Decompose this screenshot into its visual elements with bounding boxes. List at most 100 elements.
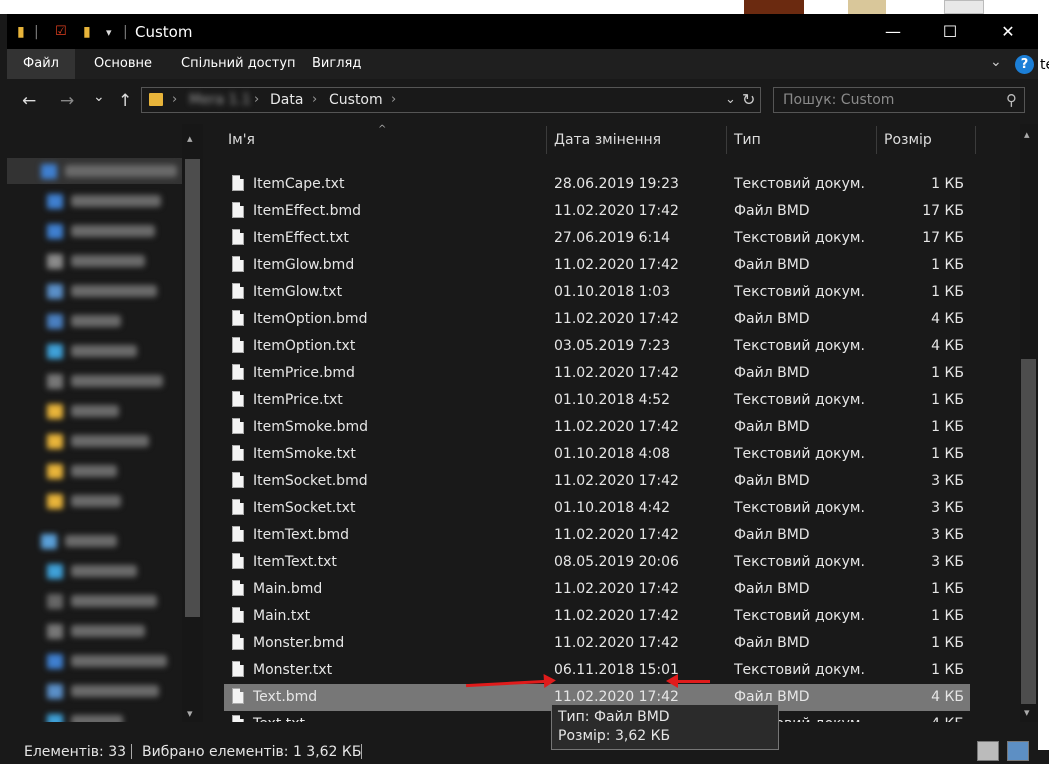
back-arrow-icon[interactable]: ← <box>22 91 36 111</box>
file-icon <box>232 175 244 191</box>
maximize-button[interactable]: ☐ <box>922 14 978 49</box>
nav-item[interactable] <box>43 191 183 213</box>
breadcrumb-data[interactable]: Data <box>270 92 303 108</box>
table-row[interactable]: Monster.bmd 11.02.2020 17:42 Файл BMD 1 КБ <box>224 630 970 657</box>
nav-item[interactable] <box>43 431 183 453</box>
up-arrow-icon[interactable]: ↑ <box>118 91 132 111</box>
nav-item[interactable] <box>43 311 183 333</box>
column-header-name[interactable]: Ім'я <box>228 126 255 154</box>
desktop-icon[interactable] <box>848 0 886 14</box>
table-row[interactable]: ItemGlow.bmd 11.02.2020 17:42 Файл BMD 1 КБ <box>224 252 970 279</box>
search-input[interactable]: Пошук: Custom ⚲ <box>773 87 1025 113</box>
nav-scrollbar-thumb[interactable] <box>185 159 200 617</box>
desktop-icon[interactable] <box>744 0 804 14</box>
minimize-button[interactable]: — <box>865 14 921 49</box>
file-icon <box>232 526 244 542</box>
file-name: Text.bmd <box>253 689 318 705</box>
table-row[interactable]: Main.bmd 11.02.2020 17:42 Файл BMD 1 КБ <box>224 576 970 603</box>
nav-item[interactable] <box>43 591 183 613</box>
file-name: ItemSocket.bmd <box>253 473 368 489</box>
table-row[interactable]: ItemText.txt 08.05.2019 20:06 Текстовий до… <box>224 549 970 576</box>
recent-locations-icon[interactable]: ⌄ <box>93 89 105 105</box>
table-row[interactable]: ItemCape.txt 28.06.2019 19:23 Текстовий до… <box>224 171 970 198</box>
separator: | <box>34 24 39 40</box>
nav-item-music[interactable] <box>43 711 183 722</box>
table-row[interactable]: ItemSmoke.txt 01.10.2018 4:08 Текстовий до… <box>224 441 970 468</box>
nav-item[interactable] <box>43 281 183 303</box>
table-row[interactable]: ItemSmoke.bmd 11.02.2020 17:42 Файл BMD 1 К… <box>224 414 970 441</box>
chevron-right-icon: › <box>254 92 260 107</box>
file-icon <box>232 418 244 434</box>
table-row[interactable]: ItemEffect.txt 27.06.2019 6:14 Текстовий д… <box>224 225 970 252</box>
file-date: 11.02.2020 17:42 <box>554 527 679 543</box>
file-type: Файл BMD <box>734 527 810 543</box>
nav-item[interactable] <box>43 561 183 583</box>
nav-item[interactable] <box>43 681 183 703</box>
large-icons-view-button[interactable] <box>1007 741 1029 761</box>
table-row[interactable]: ItemSocket.bmd 11.02.2020 17:42 Файл BMD 3 … <box>224 468 970 495</box>
address-bar[interactable]: › Mera 1.1 › Data › Custom › ⌄ ↻ <box>141 87 761 113</box>
breadcrumb-custom[interactable]: Custom <box>329 92 383 108</box>
table-row[interactable]: Monster.txt 06.11.2018 15:01 Текстовий док… <box>224 657 970 684</box>
nav-item[interactable] <box>43 221 183 243</box>
tab-file[interactable]: Файл <box>7 49 75 79</box>
file-type: Файл BMD <box>734 581 810 597</box>
details-view-button[interactable] <box>977 741 999 761</box>
close-button[interactable]: ✕ <box>980 14 1036 49</box>
refresh-icon[interactable]: ↻ <box>742 90 755 109</box>
nav-item[interactable] <box>43 461 183 483</box>
table-row[interactable]: ItemGlow.txt 01.10.2018 1:03 Текстовий док… <box>224 279 970 306</box>
file-type: Текстовий докум... <box>734 554 864 570</box>
tab-share[interactable]: Спільний доступ <box>181 49 296 79</box>
chevron-right-icon[interactable]: › <box>391 92 396 107</box>
breadcrumb-hidden[interactable]: Mera 1.1 <box>189 92 251 108</box>
column-divider[interactable] <box>726 126 727 154</box>
nav-item-this-pc[interactable] <box>37 531 177 553</box>
tab-home[interactable]: Основне <box>94 49 152 79</box>
table-row[interactable]: Main.txt 11.02.2020 17:42 Текстовий докум.… <box>224 603 970 630</box>
nav-item-quick-access[interactable] <box>37 161 177 183</box>
table-row[interactable]: ItemOption.bmd 11.02.2020 17:42 Файл BMD 4 … <box>224 306 970 333</box>
column-divider[interactable] <box>876 126 877 154</box>
column-divider[interactable] <box>546 126 547 154</box>
nav-item[interactable] <box>43 651 183 673</box>
table-row[interactable]: ItemPrice.txt 01.10.2018 4:52 Текстовий до… <box>224 387 970 414</box>
file-name: ItemPrice.bmd <box>253 365 355 381</box>
desktop-icon[interactable] <box>944 0 984 14</box>
nav-item[interactable] <box>43 371 183 393</box>
nav-item[interactable] <box>43 491 183 513</box>
chevron-down-icon[interactable]: ⌄ <box>990 54 1002 70</box>
search-icon[interactable]: ⚲ <box>1006 91 1017 109</box>
help-icon[interactable]: ? <box>1015 55 1034 74</box>
address-dropdown-icon[interactable]: ⌄ <box>725 92 736 107</box>
file-date: 11.02.2020 17:42 <box>554 311 679 327</box>
scroll-up-arrow-icon[interactable]: ▴ <box>1024 128 1030 141</box>
file-size: 1 КБ <box>931 662 964 678</box>
table-row[interactable]: ItemSocket.txt 01.10.2018 4:42 Текстовий д… <box>224 495 970 522</box>
column-header-type[interactable]: Тип <box>734 126 761 154</box>
file-list-scrollbar-thumb[interactable] <box>1021 359 1036 704</box>
nav-item[interactable] <box>43 401 183 423</box>
table-row[interactable]: ItemEffect.bmd 11.02.2020 17:42 Файл BMD 17… <box>224 198 970 225</box>
nav-item[interactable] <box>43 621 183 643</box>
file-date: 11.02.2020 17:42 <box>554 365 679 381</box>
scroll-down-arrow-icon[interactable]: ▾ <box>1024 706 1030 719</box>
table-row[interactable]: ItemOption.txt 03.05.2019 7:23 Текстовий д… <box>224 333 970 360</box>
column-header-date[interactable]: Дата змінення <box>554 126 661 154</box>
customize-quick-access-icon[interactable]: ▾ <box>106 26 112 39</box>
forward-arrow-icon[interactable]: → <box>60 91 74 111</box>
column-divider[interactable] <box>975 126 976 154</box>
table-row[interactable]: ItemText.bmd 11.02.2020 17:42 Файл BMD 3 КБ <box>224 522 970 549</box>
properties-icon[interactable]: ☑ <box>55 24 67 39</box>
tab-view[interactable]: Вигляд <box>312 49 361 79</box>
column-header-size[interactable]: Розмір <box>884 126 932 154</box>
new-folder-icon[interactable]: ▮ <box>83 24 91 40</box>
nav-item[interactable] <box>43 341 183 363</box>
nav-item[interactable] <box>43 251 183 273</box>
file-list: ^ Ім'я Дата змінення Тип Розмір ItemCape… <box>203 124 1038 722</box>
file-size: 3 КБ <box>931 527 964 543</box>
file-date: 11.02.2020 17:42 <box>554 419 679 435</box>
table-row[interactable]: ItemPrice.bmd 11.02.2020 17:42 Файл BMD 1 К… <box>224 360 970 387</box>
scroll-up-arrow-icon[interactable]: ▴ <box>187 132 193 145</box>
scroll-down-arrow-icon[interactable]: ▾ <box>187 707 193 720</box>
